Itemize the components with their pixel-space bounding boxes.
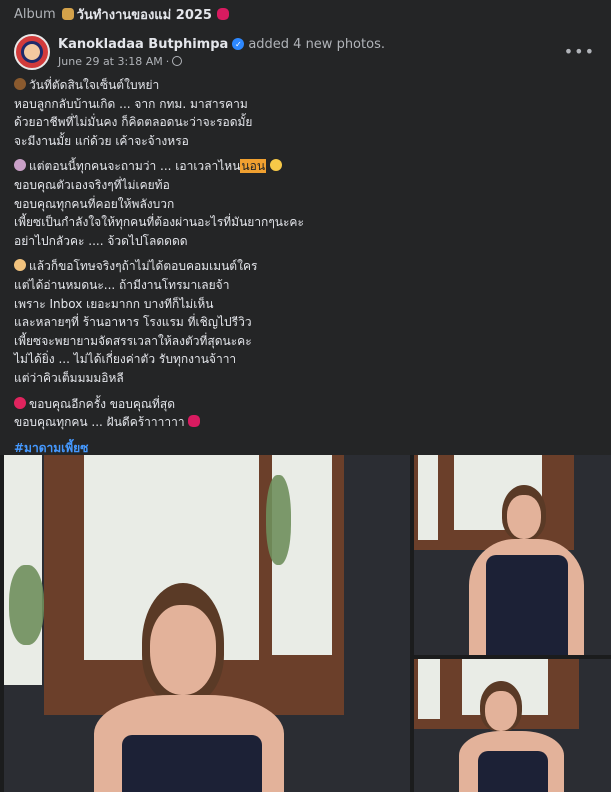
text-line: แต่ได้อ่านหมดนะ... ถ้ามีงานโทรมาเลยจ้า: [14, 277, 230, 292]
globe-icon: [172, 56, 183, 66]
bottom-right-photo[interactable]: [414, 659, 611, 792]
main-photo[interactable]: [4, 455, 410, 792]
separator-dot: ·: [165, 54, 170, 68]
photo-grid: [0, 455, 611, 792]
more-options-button[interactable]: •••: [564, 42, 595, 61]
text-line: แต่ตอนนี้ทุกคนจะถามว่า ... เอาเวลาไหน: [29, 159, 241, 174]
paragraph-2: แต่ตอนนี้ทุกคนจะถามว่า ... เอาเวลาไหนนอน…: [14, 157, 594, 250]
text-line: ขอบคุณทุกคนที่คอยให้พลังบวก: [14, 196, 175, 211]
dress: [478, 751, 548, 792]
paragraph-4: ขอบคุณอีกครั้ง ขอบคุณที่สุด ขอบคุณทุกคน …: [14, 395, 594, 432]
window-glass: [418, 659, 440, 719]
text-line: จะมีงานมั้ย แก่ด้วย เค้าจะจ้างหรอ: [14, 133, 189, 148]
text-line: ขอบคุณตัวเองจริงๆที่ไม่เคยท้อ: [14, 177, 170, 192]
avatar[interactable]: [14, 34, 50, 70]
window-glass: [418, 455, 438, 540]
brown-heart-icon: [14, 78, 26, 90]
face: [485, 691, 517, 731]
text-line: แต่ว่าคิวเต็มมมมอิหลี: [14, 370, 124, 385]
post-action-text: added 4 new photos.: [248, 36, 385, 52]
author-line: Kanokladaa Butphimpa ✓ added 4 new photo…: [58, 37, 385, 52]
author-name[interactable]: Kanokladaa Butphimpa: [58, 37, 228, 52]
praying-hands-icon: [14, 259, 26, 272]
laughing-face-icon: [269, 159, 282, 172]
person-icon: [14, 159, 26, 172]
text-line: ด้วยอาชีพที่ไม่มั่นคง ก็คิดตลอดนะว่าจะรอ…: [14, 115, 253, 130]
text-line: หอบลูกกลับบ้านเกิด ... จาก กทม. มาสารคาม: [14, 96, 248, 111]
face: [150, 605, 216, 695]
album-breadcrumb: Album วันทำงานของแม่ 2025: [14, 4, 232, 24]
album-title[interactable]: วันทำงานของแม่ 2025: [77, 4, 212, 25]
timestamp-line: June 29 at 3:18 AM ·: [58, 55, 385, 68]
paragraph-3: แล้วก็ขอโทษจริงๆถ้าไม่ได้ตอบคอมเมนต์ใคร …: [14, 257, 594, 387]
hashtag-link[interactable]: #มาดามเพี้ยซ: [14, 441, 88, 455]
kiss-lips-icon: [216, 8, 229, 20]
text-line: วันที่ตัดสินใจเซ็นต์ใบหย่า: [29, 78, 160, 92]
avatar-image: [21, 41, 43, 63]
post-text: วันที่ตัดสินใจเซ็นต์ใบหย่า หอบลูกกลับบ้า…: [14, 76, 594, 457]
plant: [266, 475, 291, 565]
red-heart-icon: [14, 396, 26, 409]
text-line: เพราะ Inbox เยอะมากก บางทีก็ไม่เห็น: [14, 296, 214, 311]
text-line: และหลายๆที่ ร้านอาหาร โรงแรม ที่เชิญไปรี…: [14, 315, 252, 330]
plant: [9, 565, 44, 645]
money-bag-icon: [61, 8, 74, 20]
post-header: Kanokladaa Butphimpa ✓ added 4 new photo…: [14, 32, 597, 72]
text-line: เพี้ยซจะพยายามจัดสรรเวลาให้ลงตัวที่สุดนะ…: [14, 333, 252, 348]
text-line: แล้วก็ขอโทษจริงๆถ้าไม่ได้ตอบคอมเมนต์ใคร: [29, 259, 258, 274]
kiss-lips-icon: [188, 415, 201, 428]
album-label[interactable]: Album: [14, 7, 56, 22]
top-right-photo[interactable]: [414, 455, 611, 655]
post-meta: Kanokladaa Butphimpa ✓ added 4 new photo…: [58, 37, 385, 68]
text-line: ไม่ได้ยิ่ง ... ไม่ได้เกี่ยงค่าตัว รับทุก…: [14, 352, 237, 367]
face: [507, 495, 541, 539]
dress: [486, 555, 568, 655]
verified-badge-icon: ✓: [232, 38, 245, 50]
text-line: ขอบคุณอีกครั้ง ขอบคุณที่สุด: [29, 396, 176, 411]
paragraph-1: วันที่ตัดสินใจเซ็นต์ใบหย่า หอบลูกกลับบ้า…: [14, 76, 594, 150]
post-timestamp[interactable]: June 29 at 3:18 AM: [58, 55, 163, 68]
text-line: อย่าไปกลัวคะ .... จ้วดไปโลดดดด: [14, 233, 188, 248]
text-line: เพี้ยซเป็นกำลังใจให้ทุกคนที่ต้องผ่านอะไร…: [14, 215, 304, 230]
dress: [122, 735, 262, 792]
text-line: ขอบคุณทุกคน ... ฝันดีคร้าาาาาา: [14, 415, 185, 430]
highlighted-word: นอน: [240, 159, 267, 174]
